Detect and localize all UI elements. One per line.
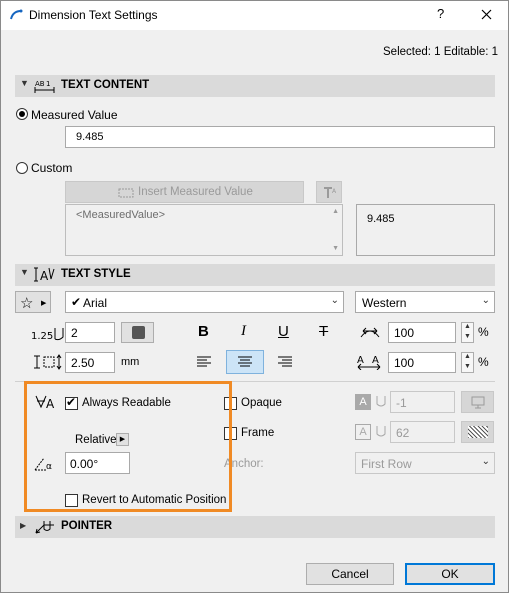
- script-dropdown[interactable]: Western ⌄: [355, 291, 495, 313]
- highlight-box: [24, 381, 232, 512]
- title-bar: Dimension Text Settings ?: [1, 1, 508, 30]
- align-center-button[interactable]: [226, 350, 264, 374]
- text-pen-button[interactable]: [121, 322, 154, 343]
- insert-icon: [118, 188, 134, 198]
- width-factor-spinner[interactable]: ▲ ▼: [461, 322, 474, 343]
- measured-value-text: 9.485: [76, 131, 104, 143]
- letter-spacing-input[interactable]: 100: [388, 352, 456, 373]
- script-name: Western: [362, 296, 407, 310]
- line-spacing-value: 2.50: [71, 356, 95, 370]
- expand-arrow-icon[interactable]: ▶: [20, 521, 26, 530]
- frame-pen-tip-icon: [376, 426, 386, 437]
- svg-text:A: A: [332, 188, 337, 195]
- spacing-percent: %: [478, 355, 489, 369]
- align-center-icon: [238, 356, 252, 367]
- bold-button[interactable]: B: [198, 323, 209, 340]
- measured-value-radio[interactable]: [16, 108, 28, 120]
- measured-value-field[interactable]: 9.485: [65, 126, 495, 148]
- frame-pen-input[interactable]: 62: [390, 421, 455, 443]
- opaque-color-button[interactable]: [461, 391, 494, 413]
- opaque-label: Opaque: [241, 397, 282, 409]
- dimension-text-settings-dialog: Dimension Text Settings ? Selected: 1 Ed…: [0, 0, 509, 593]
- pen-color-swatch: [132, 326, 145, 339]
- svg-text:AB: AB: [35, 80, 45, 88]
- size-label: 1.25: [31, 331, 53, 342]
- measured-value-label: Measured Value: [31, 108, 118, 122]
- frame-label: Frame: [241, 427, 275, 439]
- insert-measured-value-button[interactable]: Insert Measured Value: [65, 181, 304, 203]
- pointer-icon: [35, 521, 54, 534]
- text-content-section-header[interactable]: ▼ AB 1 TEXT CONTENT: [15, 75, 495, 97]
- dropdown-arrow-icon: ▶: [41, 300, 47, 307]
- hatch-pattern-icon: [468, 426, 488, 438]
- text-style-title: TEXT STYLE: [61, 268, 131, 280]
- pointer-title: POINTER: [61, 520, 113, 532]
- favorites-button[interactable]: ☆ ▶: [15, 291, 51, 313]
- letter-spacing-icon: A A: [357, 355, 381, 370]
- anchor-dropdown[interactable]: First Row ⌄: [355, 452, 495, 474]
- align-left-icon[interactable]: [196, 355, 212, 369]
- chevron-down-icon: ⌄: [481, 295, 490, 306]
- archicad-app-icon: [10, 9, 23, 20]
- frame-pen-icon: A: [355, 424, 371, 440]
- monitor-icon: [471, 396, 485, 409]
- line-spacing-input[interactable]: 2.50: [65, 352, 115, 373]
- dialog-title: Dimension Text Settings: [29, 8, 158, 22]
- text-style-icon: A: [34, 267, 55, 283]
- ok-button[interactable]: OK: [405, 563, 495, 585]
- font-size-icon: 1.25: [31, 328, 64, 342]
- font-size-value: 2: [71, 326, 78, 340]
- chevron-down-icon: ⌄: [481, 456, 490, 467]
- checkmark-icon: ✔: [71, 295, 82, 309]
- preview-value: 9.485: [367, 213, 395, 225]
- letter-spacing-value: 100: [394, 356, 415, 370]
- fill-pen-tip-icon: [376, 396, 386, 407]
- preview-box: 9.485: [356, 204, 495, 256]
- help-button[interactable]: ?: [437, 6, 444, 21]
- insert-measured-value-label: Insert Measured Value: [138, 186, 253, 198]
- custom-text-content: <MeasuredValue>: [76, 209, 166, 221]
- collapse-arrow-icon[interactable]: ▼: [20, 267, 29, 277]
- font-size-input[interactable]: 2: [65, 322, 115, 343]
- collapse-arrow-icon[interactable]: ▼: [20, 78, 29, 88]
- svg-text:A: A: [40, 269, 49, 283]
- text-content-title: TEXT CONTENT: [61, 79, 150, 91]
- anchor-value: First Row: [361, 457, 412, 471]
- close-icon[interactable]: [481, 9, 492, 20]
- scroll-up-icon[interactable]: ▲: [332, 208, 339, 215]
- text-format-icon: A: [324, 187, 337, 198]
- frame-pattern-button[interactable]: [461, 421, 494, 443]
- svg-text:1: 1: [46, 80, 50, 88]
- frame-pen-value: 62: [396, 426, 410, 440]
- width-percent: %: [478, 325, 489, 339]
- underline-button[interactable]: U: [278, 323, 289, 340]
- star-icon: ☆: [20, 295, 34, 312]
- custom-radio[interactable]: [16, 162, 28, 174]
- custom-text-area[interactable]: <MeasuredValue> ▲ ▼: [65, 204, 343, 256]
- custom-label: Custom: [31, 161, 73, 175]
- italic-button[interactable]: I: [241, 323, 246, 340]
- width-factor-value: 100: [394, 326, 415, 340]
- align-right-icon[interactable]: [277, 355, 293, 369]
- line-spacing-unit: mm: [121, 356, 140, 368]
- font-dropdown[interactable]: ✔ Arial ⌄: [65, 291, 344, 313]
- letter-spacing-spinner[interactable]: ▲ ▼: [461, 352, 474, 373]
- selection-info: Selected: 1 Editable: 1: [383, 46, 499, 58]
- chevron-down-icon: ⌄: [330, 295, 339, 306]
- width-factor-icon: [360, 327, 380, 338]
- pointer-section-header[interactable]: ▶ POINTER: [15, 516, 495, 538]
- text-format-button[interactable]: A: [316, 181, 342, 203]
- opaque-pen-input[interactable]: -1: [390, 391, 455, 413]
- line-spacing-icon: [34, 354, 62, 370]
- text-style-section-header[interactable]: ▼ A TEXT STYLE: [15, 264, 495, 286]
- opaque-pen-value: -1: [396, 396, 407, 410]
- strikethrough-button[interactable]: T: [319, 323, 328, 340]
- cancel-button[interactable]: Cancel: [306, 563, 394, 585]
- scroll-down-icon[interactable]: ▼: [332, 245, 339, 252]
- text-content-icon: AB 1: [34, 80, 55, 93]
- width-factor-input[interactable]: 100: [388, 322, 456, 343]
- fill-pen-icon: A: [355, 394, 371, 410]
- font-name: Arial: [83, 296, 108, 310]
